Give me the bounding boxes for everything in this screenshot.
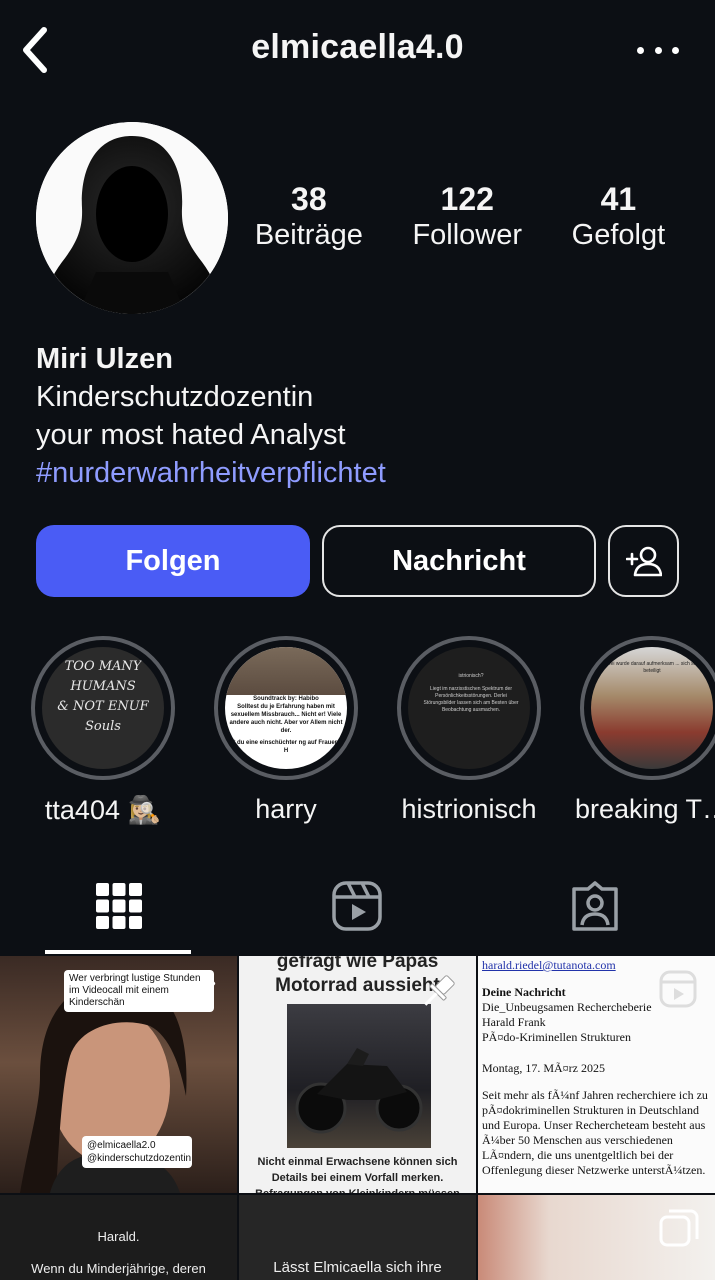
reel-indicator-icon <box>659 970 697 1008</box>
tab-tagged[interactable] <box>476 858 714 954</box>
top-bar: elmicaella4.0 <box>0 0 715 100</box>
profile-avatar[interactable] <box>36 122 228 314</box>
pin-icon <box>185 975 216 1006</box>
highlight-cover-text: Liegt im narzisstischen Spektrum der Per… <box>423 686 519 713</box>
post-mention: @kinderschutzdozentin <box>87 1153 192 1164</box>
highlight-cover-text: st du eine einschüchter ng auf Frauen? H <box>229 740 343 754</box>
more-dot-icon <box>637 46 644 54</box>
highlight-cover: Polizei wurde darauf aufmerksam ... sich… <box>591 647 713 769</box>
story-highlights: TOO MANY HUMANS & NOT ENUF Souls tta404 … <box>0 636 715 836</box>
post-caption-text: Nicht einmal Erwachsene können sich Deta… <box>255 1156 460 1193</box>
bio-line: your most hated Analyst <box>36 419 346 451</box>
post-caption-text: Wenn du Minderjährige, deren <box>31 1261 206 1276</box>
tagged-user-icon <box>572 881 618 931</box>
profile-actions: Folgen Nachricht <box>36 525 679 597</box>
stat-posts[interactable]: 38 Beiträge <box>255 180 363 252</box>
highlight-item[interactable]: istrionisch? Liegt im narzisstischen Spe… <box>384 636 554 825</box>
stat-following-label: Gefolgt <box>571 219 666 251</box>
profile-tabs <box>0 858 715 954</box>
suggested-users-button[interactable] <box>608 525 679 597</box>
post-thumbnail[interactable]: Lässt Elmicaella sich ihre <box>239 1195 476 1280</box>
post-body-text: Seit mehr als fÃ¼nf Jahren recherchiere … <box>482 1088 708 1177</box>
stat-posts-label: Beiträge <box>254 219 363 251</box>
highlight-label: breaking T… <box>574 794 715 824</box>
post-body-line: PÃ¤do-Kriminellen Strukturen <box>482 1030 631 1044</box>
profile-stats: 38 Beiträge 122 Follower 41 Gefolgt <box>230 180 690 252</box>
stat-following-count: 41 <box>600 181 637 217</box>
highlight-cover: TOO MANY HUMANS & NOT ENUF Souls <box>42 647 164 769</box>
post-mention: @elmicaella2.0 <box>87 1140 156 1151</box>
hooded-figure-icon <box>36 122 228 314</box>
highlight-cover-text: HUMANS <box>70 679 136 694</box>
profile-display-name: Miri Ulzen <box>36 343 173 375</box>
highlight-cover-text: & NOT ENUF <box>57 699 149 714</box>
highlight-item[interactable]: TOO MANY HUMANS & NOT ENUF Souls tta404 … <box>18 636 188 826</box>
highlight-label: harry <box>255 794 317 824</box>
reels-icon <box>332 881 382 931</box>
post-date-text: Montag, 17. MÃ¤rz 2025 <box>482 1061 605 1075</box>
profile-bio: Miri Ulzen Kinderschutzdozentin your mos… <box>36 340 696 492</box>
highlight-item[interactable]: Polizei wurde darauf aufmerksam ... sich… <box>567 636 715 825</box>
highlight-ring: Polizei wurde darauf aufmerksam ... sich… <box>580 636 715 780</box>
post-caption-text: Lässt Elmicaella sich ihre <box>273 1259 442 1276</box>
motorcycle-icon <box>295 1048 423 1134</box>
profile-username: elmicaella4.0 <box>251 28 464 66</box>
stat-followers[interactable]: 122 Follower <box>412 180 522 252</box>
highlight-cover-text: TOO MANY <box>64 659 142 674</box>
stat-followers-count: 122 <box>440 181 494 217</box>
highlight-item[interactable]: Soundtrack by: Habibo Solltest du je Erf… <box>201 636 371 825</box>
post-thumbnail[interactable] <box>478 1195 715 1280</box>
highlight-cover-text: istrionisch? <box>458 673 484 679</box>
grid-icon <box>96 883 142 929</box>
post-thumbnail[interactable]: Wer verbringt lustige Stunden im Videoca… <box>0 956 237 1193</box>
highlight-cover-text: Soundtrack by: Habibo <box>253 696 319 702</box>
post-thumbnail[interactable]: Harald. Wenn du Minderjährige, deren <box>0 1195 237 1280</box>
highlight-cover-text: Souls <box>85 719 121 734</box>
bio-hashtag-link[interactable]: #nurderwahrheitverpflichtet <box>36 454 696 492</box>
motorcycle-image <box>287 1004 431 1148</box>
tab-posts-grid[interactable] <box>0 858 238 954</box>
highlight-ring: istrionisch? Liegt im narzisstischen Spe… <box>397 636 541 780</box>
highlight-cover: istrionisch? Liegt im narzisstischen Spe… <box>408 647 530 769</box>
stat-following[interactable]: 41 Gefolgt <box>572 180 666 252</box>
add-user-icon <box>625 546 662 577</box>
pin-icon <box>424 975 455 1006</box>
bio-line: Kinderschutzdozentin <box>36 381 314 413</box>
post-body-line: Harald Frank <box>482 1015 546 1029</box>
post-thumbnail[interactable]: harald.riedel@tutanota.com Deine Nachric… <box>478 956 715 1193</box>
highlight-label: tta404 🕵🏼‍♀️ <box>44 795 162 825</box>
posts-grid: Wer verbringt lustige Stunden im Videoca… <box>0 956 715 1280</box>
follow-button[interactable]: Folgen <box>36 525 310 597</box>
active-tab-indicator <box>45 950 191 954</box>
stat-followers-label: Follower <box>412 219 523 251</box>
more-dot-icon <box>654 46 662 54</box>
highlight-ring: TOO MANY HUMANS & NOT ENUF Souls <box>31 636 175 780</box>
highlight-cover-text: Solltest du je Erfahrung haben mit sexue… <box>229 704 343 734</box>
carousel-icon <box>659 1209 699 1247</box>
highlight-ring: Soundtrack by: Habibo Solltest du je Erf… <box>214 636 358 780</box>
post-caption-text: Harald. <box>97 1229 140 1244</box>
more-options-button[interactable] <box>637 36 679 64</box>
tab-reels[interactable] <box>238 858 476 954</box>
message-button[interactable]: Nachricht <box>322 525 596 597</box>
post-thumbnail[interactable]: gefragt wie Papas Motorrad aussieht Nich… <box>239 956 476 1193</box>
stat-posts-count: 38 <box>291 181 327 217</box>
more-dot-icon <box>672 46 679 54</box>
highlight-cover: Soundtrack by: Habibo Solltest du je Erf… <box>225 647 347 769</box>
highlight-label: histrionisch <box>401 794 537 824</box>
highlight-cover-text: Polizei wurde darauf aufmerksam ... sich… <box>599 661 705 674</box>
